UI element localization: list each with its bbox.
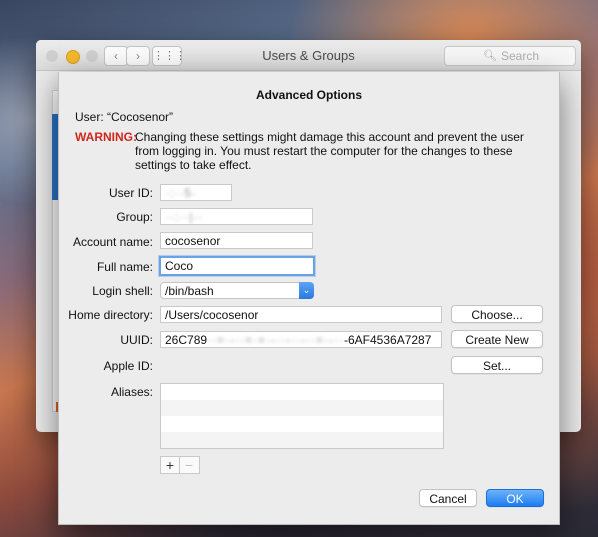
home-directory-value: /Users/cocosenor [165, 308, 259, 322]
warning-label: WARNING: [75, 130, 137, 144]
full-name-field[interactable]: Coco [159, 256, 315, 276]
apple-id-label: Apple ID: [103, 359, 153, 373]
user-line: User: “Cocosenor” [75, 110, 174, 124]
aliases-list[interactable] [160, 383, 444, 449]
uuid-prefix: 26C789 [165, 333, 208, 347]
cancel-button[interactable]: Cancel [419, 489, 477, 507]
aliases-label: Aliases: [110, 385, 153, 399]
sheet-title: Advanced Options [255, 88, 362, 102]
list-item[interactable] [161, 432, 443, 448]
full-name-value: Coco [165, 259, 194, 273]
group-label: Group: [116, 210, 153, 224]
advanced-options-sheet: Advanced Options User: “Cocosenor” WARNI… [58, 72, 560, 525]
chevron-down-icon: ⌄ [299, 282, 314, 299]
group-field[interactable]: ··:··|·· [160, 208, 313, 225]
full-name-label: Full name: [96, 260, 153, 274]
window-titlebar: ‹ › ⋮⋮⋮ Users & Groups 🔍︎ Search [36, 40, 581, 71]
uuid-masked: ··=·-··=·=·-··-··-··=·-·· [207, 333, 344, 347]
remove-alias-button[interactable]: − [180, 457, 198, 473]
list-item[interactable] [161, 384, 443, 400]
user-id-label: User ID: [108, 186, 153, 200]
user-id-field[interactable]: ·:··5· [160, 184, 232, 201]
list-item[interactable] [161, 400, 443, 416]
search-field[interactable]: 🔍︎ Search [444, 46, 576, 66]
group-value: ··:··|·· [165, 210, 204, 224]
login-shell-label: Login shell: [92, 284, 153, 298]
home-directory-label: Home directory: [68, 308, 153, 322]
login-shell-select[interactable]: /bin/bash ⌄ [160, 282, 314, 299]
uuid-suffix: -6AF4536A7287 [344, 333, 432, 347]
uuid-label: UUID: [120, 333, 153, 347]
search-placeholder: Search [501, 49, 540, 63]
ok-button[interactable]: OK [486, 489, 544, 507]
account-name-field[interactable]: cocosenor [160, 232, 313, 249]
aliases-add-remove-control: + − [160, 456, 200, 474]
home-directory-field[interactable]: /Users/cocosenor [160, 306, 442, 323]
list-item[interactable] [161, 416, 443, 432]
add-alias-button[interactable]: + [161, 457, 180, 473]
choose-button[interactable]: Choose... [451, 305, 543, 323]
create-new-button[interactable]: Create New [451, 330, 543, 348]
account-name-value: cocosenor [165, 234, 221, 248]
login-shell-value: /bin/bash [165, 284, 214, 298]
warning-text: Changing these settings might damage thi… [135, 130, 524, 172]
search-icon: 🔍︎ [483, 50, 497, 62]
uuid-field[interactable]: 26C789··=·-··=·=·-··-··-··=·-··-6AF4536A… [160, 331, 442, 348]
account-name-label: Account name: [72, 235, 153, 249]
user-id-value: ·:··5· [165, 186, 197, 200]
set-apple-id-button[interactable]: Set... [451, 356, 543, 374]
